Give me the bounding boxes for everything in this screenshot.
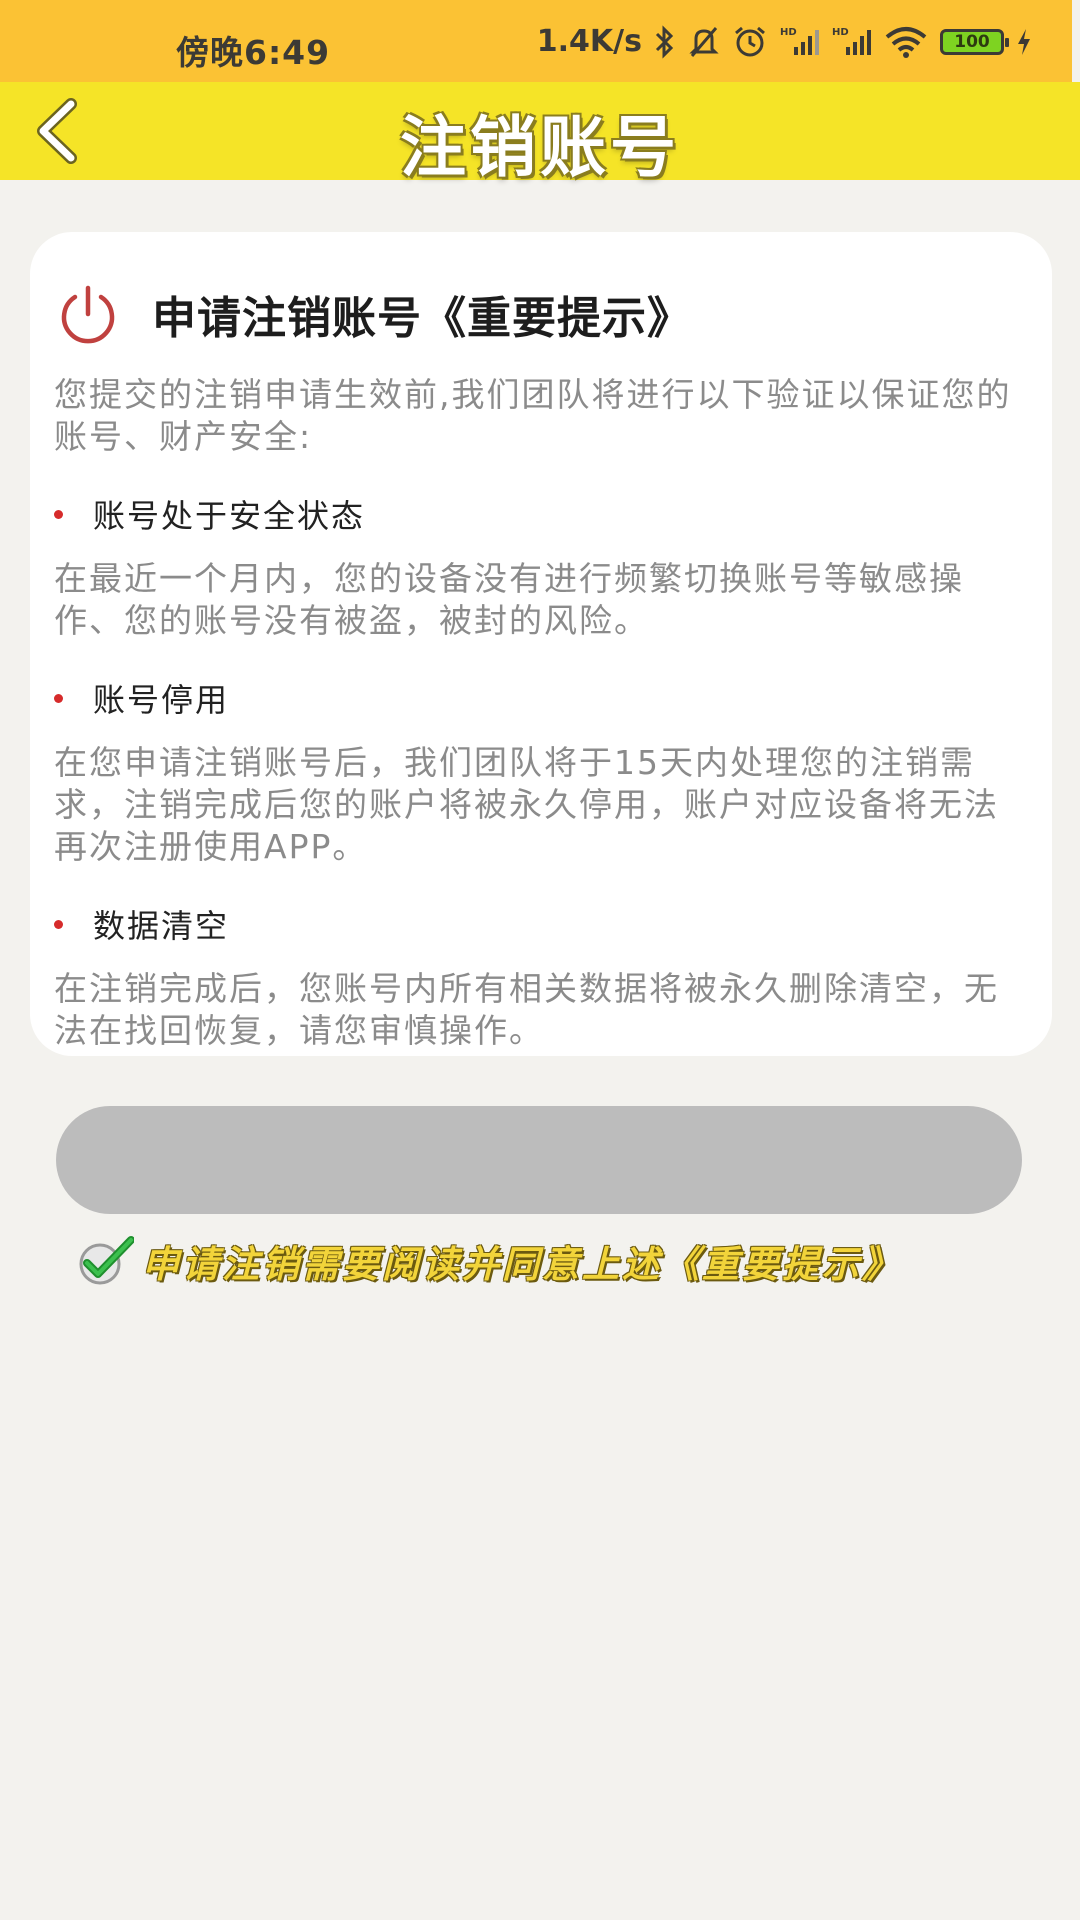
status-icons: 1.4K/s HD HD 100 [537,24,1032,59]
section-title: 账号停用 [54,676,1028,720]
agreement-row[interactable]: 申请注销需要阅读并同意上述《重要提示》 [76,1236,902,1286]
page-title: 注销账号 [400,109,680,186]
signal-hd-icon: HD [832,25,872,59]
checkbox-checked-icon[interactable] [76,1236,134,1286]
bluetooth-icon [654,24,676,59]
bullet-dot [54,693,63,703]
agreement-text[interactable]: 申请注销需要阅读并同意上述《重要提示》 [142,1234,902,1288]
notice-card: 申请注销账号《重要提示》 您提交的注销申请生效前,我们团队将进行以下验证以保证您… [30,232,1052,1056]
signal-hd-icon: HD [780,25,820,59]
status-time: 傍晚6:49 [176,33,331,72]
card-title: 申请注销账号《重要提示》 [152,293,692,344]
power-icon [61,285,115,344]
card-header: 申请注销账号《重要提示》 [54,274,1028,354]
charging-icon [1016,25,1032,59]
intro-text: 您提交的注销申请生效前,我们团队将进行以下验证以保证您的账号、财产安全: [54,375,1012,456]
alarm-icon [732,25,768,59]
battery-icon: 100 [940,28,1009,55]
mute-bell-icon [688,25,720,59]
wifi-icon [884,25,928,59]
section-body: 在最近一个月内，您的设备没有进行频繁切换账号等敏感操作、您的账号没有被盗，被封的… [54,559,964,640]
submit-deregister-button[interactable] [56,1106,1022,1214]
bullet-dot [54,509,63,519]
section-title-text: 数据清空 [93,907,230,945]
section-body: 在您申请注销账号后，我们团队将于15天内处理您的注销需求，注销完成后您的账户将被… [54,743,999,866]
nav-bar: 注销账号 [0,82,1080,186]
section-title-text: 账号处于安全状态 [93,497,366,535]
status-bar: 傍晚6:49 1.4K/s HD HD 100 [0,0,1072,82]
battery-level: 100 [954,31,990,52]
svg-text:HD: HD [832,27,849,38]
svg-text:HD: HD [780,27,797,38]
section-title: 数据清空 [54,902,1028,946]
network-speed: 1.4K/s [536,24,642,59]
section-title-text: 账号停用 [93,681,230,719]
section-body: 在注销完成后，您账号内所有相关数据将被永久删除清空，无法在找回恢复，请您审慎操作… [54,969,999,1050]
section-title: 账号处于安全状态 [54,492,1028,536]
bullet-dot [54,919,63,929]
